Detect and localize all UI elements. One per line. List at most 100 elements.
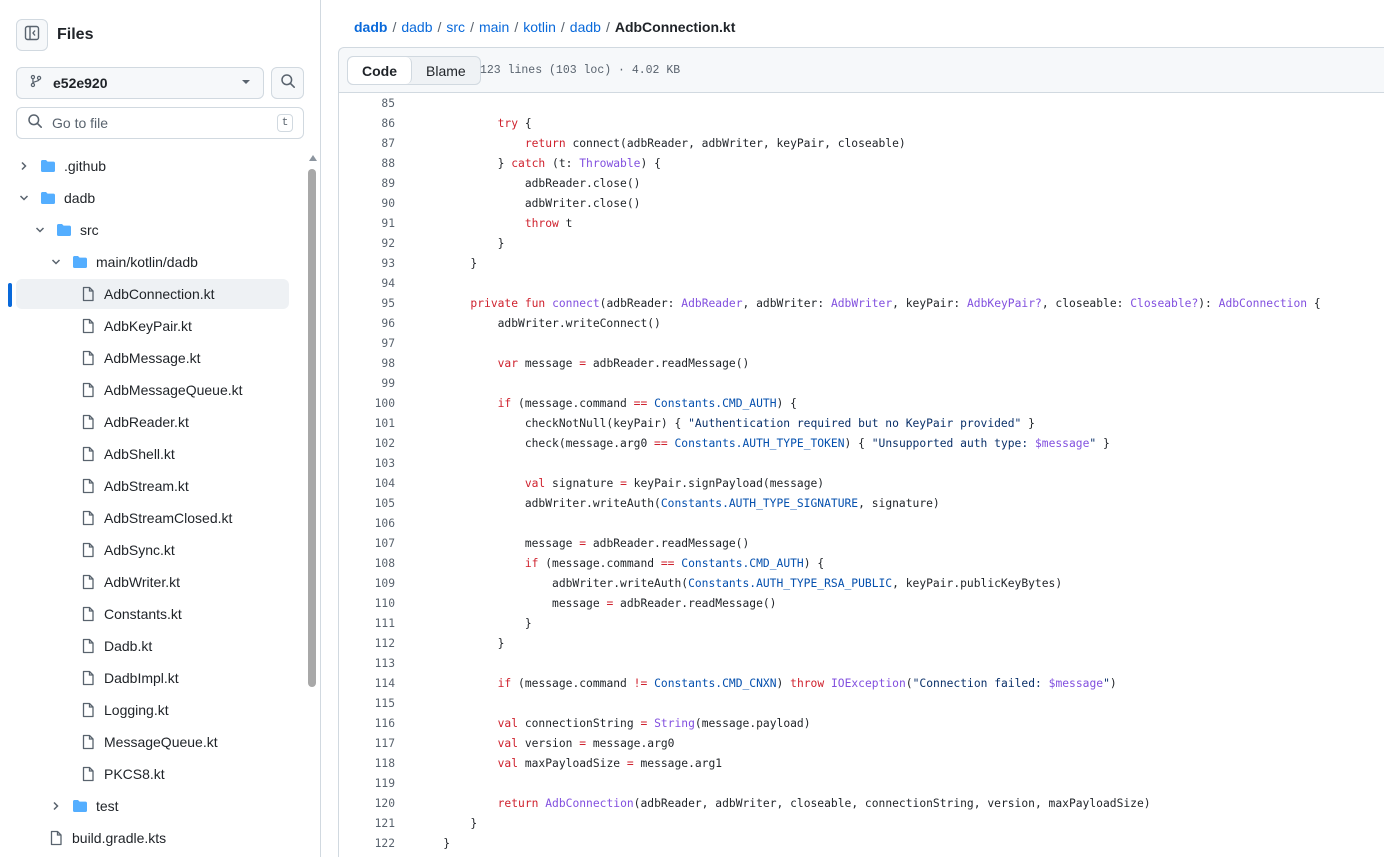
line-number[interactable]: 121	[339, 817, 395, 830]
line-number[interactable]: 107	[339, 537, 395, 550]
tree-folder-github[interactable]: .github	[16, 151, 289, 181]
line-number[interactable]: 112	[339, 637, 395, 650]
line-number[interactable]: 97	[339, 337, 395, 350]
file-icon	[80, 638, 96, 654]
line-number[interactable]: 93	[339, 257, 395, 270]
sidebar-scrollbar[interactable]	[306, 151, 320, 857]
collapse-sidebar-button[interactable]	[16, 19, 48, 51]
breadcrumb-separator: /	[437, 19, 442, 35]
line-number[interactable]: 87	[339, 137, 395, 150]
line-number[interactable]: 115	[339, 697, 395, 710]
line-number[interactable]: 105	[339, 497, 395, 510]
code-text: checkNotNull(keyPair) { "Authentication …	[416, 416, 1035, 430]
line-number[interactable]: 111	[339, 617, 395, 630]
line-number[interactable]: 116	[339, 717, 395, 730]
tree-item-label: AdbStreamClosed.kt	[104, 510, 233, 526]
chevron-down-icon[interactable]	[32, 222, 48, 238]
line-number[interactable]: 89	[339, 177, 395, 190]
tree-folder-src[interactable]: src	[16, 215, 289, 245]
tree-file-pkcs8-kt[interactable]: PKCS8.kt	[16, 759, 289, 789]
chevron-down-icon[interactable]	[16, 190, 32, 206]
line-number[interactable]: 85	[339, 97, 395, 110]
breadcrumb-link-src[interactable]: src	[446, 19, 465, 35]
tree-folder-main-kotlin-dadb[interactable]: main/kotlin/dadb	[16, 247, 289, 277]
tree-file-logging-kt[interactable]: Logging.kt	[16, 695, 289, 725]
line-number[interactable]: 100	[339, 397, 395, 410]
line-number[interactable]: 92	[339, 237, 395, 250]
tree-file-dadbimpl-kt[interactable]: DadbImpl.kt	[16, 663, 289, 693]
line-number[interactable]: 104	[339, 477, 395, 490]
tree-folder-test[interactable]: test	[16, 791, 289, 821]
tree-file-dadb-kt[interactable]: Dadb.kt	[16, 631, 289, 661]
code-line: 108 if (message.command == Constants.CMD…	[339, 553, 1384, 573]
code-line: 99	[339, 373, 1384, 393]
breadcrumb-link-main[interactable]: main	[479, 19, 509, 35]
line-number[interactable]: 90	[339, 197, 395, 210]
go-to-file-input[interactable]	[52, 115, 277, 131]
line-number[interactable]: 113	[339, 657, 395, 670]
tab-blame[interactable]: Blame	[412, 57, 480, 84]
tree-file-build-gradle-kts[interactable]: build.gradle.kts	[16, 823, 289, 853]
view-mode-toggle: Code Blame	[347, 56, 481, 85]
line-number[interactable]: 96	[339, 317, 395, 330]
line-number[interactable]: 109	[339, 577, 395, 590]
tree-file-adbconnection-kt[interactable]: AdbConnection.kt	[16, 279, 289, 309]
line-number[interactable]: 110	[339, 597, 395, 610]
line-number[interactable]: 120	[339, 797, 395, 810]
tree-item-label: Logging.kt	[104, 702, 169, 718]
code-line: 122 }	[339, 833, 1384, 853]
line-number[interactable]: 106	[339, 517, 395, 530]
tree-file-adbshell-kt[interactable]: AdbShell.kt	[16, 439, 289, 469]
line-number[interactable]: 103	[339, 457, 395, 470]
tree-file-adbmessage-kt[interactable]: AdbMessage.kt	[16, 343, 289, 373]
go-to-file-field[interactable]: t	[16, 107, 304, 139]
tree-file-adbreader-kt[interactable]: AdbReader.kt	[16, 407, 289, 437]
tree-file-adbkeypair-kt[interactable]: AdbKeyPair.kt	[16, 311, 289, 341]
line-number[interactable]: 101	[339, 417, 395, 430]
code-line: 112 }	[339, 633, 1384, 653]
line-number[interactable]: 95	[339, 297, 395, 310]
breadcrumb-link-dadb[interactable]: dadb	[570, 19, 601, 35]
tree-file-adbstreamclosed-kt[interactable]: AdbStreamClosed.kt	[16, 503, 289, 533]
breadcrumb-link-kotlin[interactable]: kotlin	[523, 19, 556, 35]
tree-file-adbsync-kt[interactable]: AdbSync.kt	[16, 535, 289, 565]
breadcrumb-link-dadb[interactable]: dadb	[401, 19, 432, 35]
tree-file-adbwriter-kt[interactable]: AdbWriter.kt	[16, 567, 289, 597]
code-text: if (message.command == Constants.CMD_AUT…	[497, 396, 797, 410]
line-number[interactable]: 118	[339, 757, 395, 770]
scrollbar-thumb[interactable]	[308, 169, 316, 687]
line-number[interactable]: 102	[339, 437, 395, 450]
tree-file-constants-kt[interactable]: Constants.kt	[16, 599, 289, 629]
caret-down-icon	[241, 74, 251, 92]
code-text: message = adbReader.readMessage()	[416, 596, 777, 610]
line-number[interactable]: 91	[339, 217, 395, 230]
breadcrumb-link-dadb[interactable]: dadb	[354, 19, 387, 35]
line-number[interactable]: 117	[339, 737, 395, 750]
line-number[interactable]: 108	[339, 557, 395, 570]
tree-file-adbstream-kt[interactable]: AdbStream.kt	[16, 471, 289, 501]
chevron-right-icon[interactable]	[16, 158, 32, 174]
branch-selector[interactable]: e52e920	[16, 67, 264, 99]
line-number[interactable]: 94	[339, 277, 395, 290]
file-icon	[80, 734, 96, 750]
code-line: 101 checkNotNull(keyPair) { "Authenticat…	[339, 413, 1384, 433]
tree-file-adbmessagequeue-kt[interactable]: AdbMessageQueue.kt	[16, 375, 289, 405]
line-number[interactable]: 119	[339, 777, 395, 790]
tab-code[interactable]: Code	[348, 57, 412, 84]
search-button[interactable]	[271, 67, 304, 99]
line-number[interactable]: 88	[339, 157, 395, 170]
line-number[interactable]: 99	[339, 377, 395, 390]
line-number[interactable]: 114	[339, 677, 395, 690]
chevron-right-icon[interactable]	[48, 798, 64, 814]
scroll-up-arrow-icon[interactable]	[309, 155, 317, 161]
line-number[interactable]: 86	[339, 117, 395, 130]
code-text: adbWriter.writeConnect()	[416, 316, 661, 330]
chevron-down-icon[interactable]	[48, 254, 64, 270]
tree-folder-dadb[interactable]: dadb	[16, 183, 289, 213]
breadcrumb-separator: /	[470, 19, 474, 35]
sidebar-collapse-icon	[24, 25, 40, 46]
folder-icon	[72, 254, 88, 270]
tree-file-messagequeue-kt[interactable]: MessageQueue.kt	[16, 727, 289, 757]
line-number[interactable]: 98	[339, 357, 395, 370]
line-number[interactable]: 122	[339, 837, 395, 850]
